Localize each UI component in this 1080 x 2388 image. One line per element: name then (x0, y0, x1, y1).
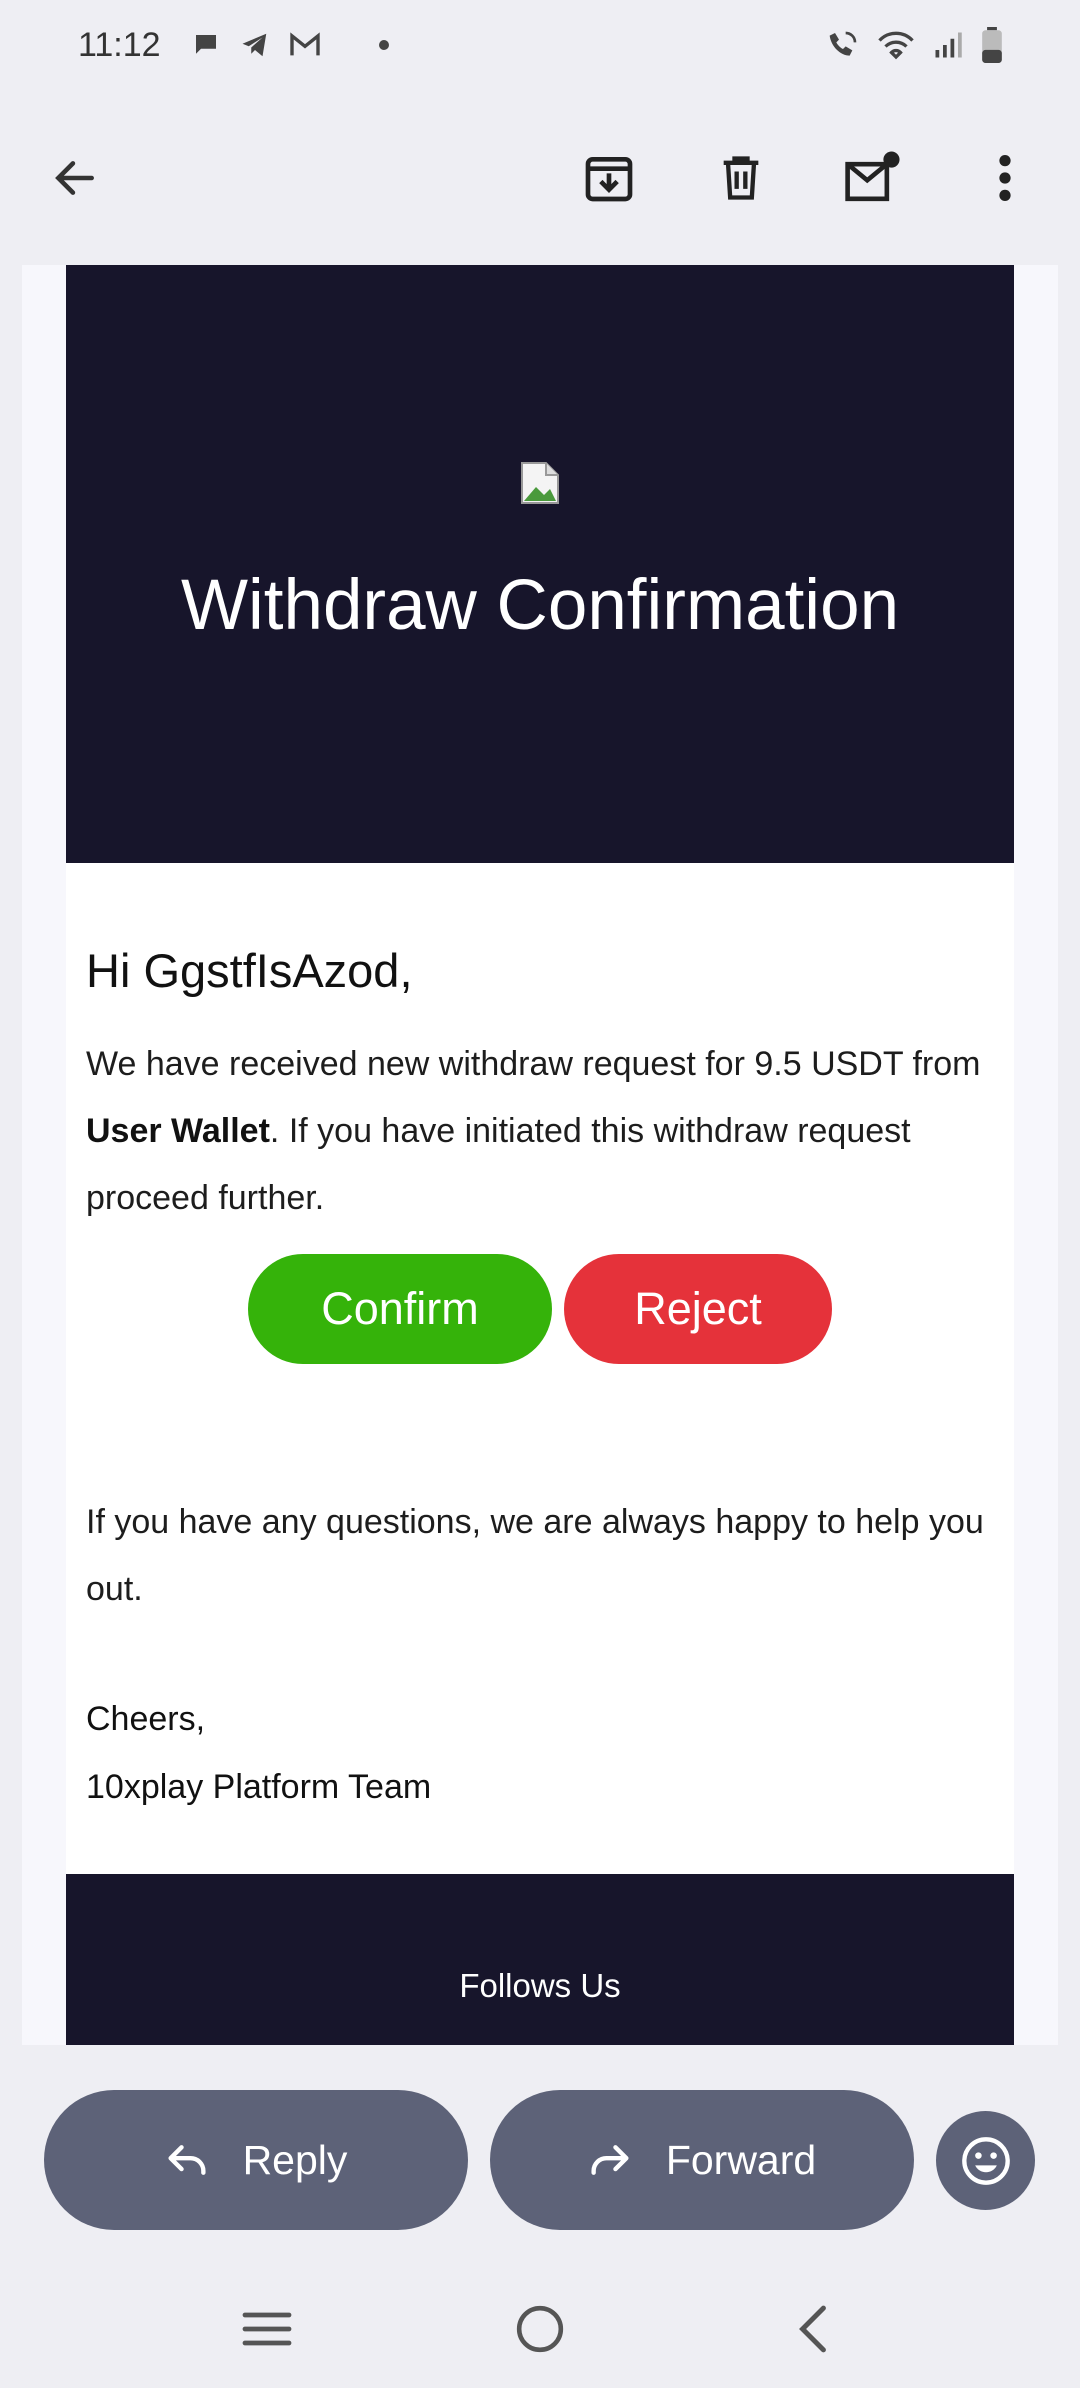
greeting: Hi GgstfIsAzod, (86, 944, 413, 997)
wifi-call-icon (829, 31, 857, 56)
more-notifications-dot (378, 40, 389, 50)
archive-button[interactable] (574, 143, 644, 213)
email-title: Withdraw Confirmation (180, 566, 900, 645)
confirm-button[interactable]: Confirm (248, 1254, 552, 1364)
reply-icon (168, 2145, 206, 2175)
back-button[interactable] (40, 143, 110, 213)
forward-button[interactable]: Forward (490, 2090, 914, 2230)
chat-bubble-icon (195, 35, 216, 54)
follows-us-heading: Follows Us (459, 1967, 621, 2004)
emoji-smile-icon (961, 2136, 1010, 2185)
system-icons (826, 27, 1002, 63)
notification-icons (191, 30, 389, 60)
reply-action-bar: Reply Forward (0, 2045, 1080, 2270)
email-message-card: Hi GgstfIsAzod, We have received new wit… (66, 863, 1014, 1874)
mark-unread-icon (845, 150, 900, 201)
email-footer-band: Follows Us (66, 1874, 1014, 2045)
home-icon (516, 2305, 564, 2353)
signoff: Cheers, 10xplay Platform Team (86, 1685, 431, 1821)
more-vert-icon (999, 154, 1011, 201)
confirm-reject-row: Confirm Reject (66, 1254, 1014, 1364)
more-options-button[interactable] (970, 143, 1040, 213)
signoff-line2: 10xplay Platform Team (86, 1768, 432, 1806)
delete-icon (723, 155, 759, 200)
email-body-frame[interactable]: Withdraw Confirmation Hi GgstfIsAzod, We… (22, 265, 1058, 2045)
message-text-part1: We have received new withdraw request fo… (86, 1045, 981, 1083)
back-icon (799, 2305, 827, 2353)
email-hero-banner: Withdraw Confirmation (66, 265, 1014, 863)
message-bold-wallet: User Wallet (86, 1112, 270, 1150)
archive-icon (585, 156, 633, 201)
signal-icon (935, 32, 962, 58)
forward-label: Forward (665, 2136, 817, 2183)
mark-unread-button[interactable] (838, 143, 908, 213)
home-button[interactable] (500, 2289, 580, 2369)
withdraw-message: We have received new withdraw request fo… (86, 1031, 986, 1232)
emoji-reaction-button[interactable] (936, 2111, 1035, 2210)
help-text: If you have any questions, we are always… (86, 1503, 984, 1608)
forward-icon (591, 2145, 629, 2175)
recents-button[interactable] (227, 2289, 307, 2369)
email-toolbar (0, 90, 1080, 265)
delete-button[interactable] (706, 143, 776, 213)
reply-label: Reply (242, 2136, 348, 2183)
recents-icon (242, 2312, 292, 2346)
broken-image-icon (521, 462, 559, 504)
nav-back-button[interactable] (773, 2289, 853, 2369)
back-arrow-icon (55, 160, 94, 195)
system-nav-bar (0, 2270, 1080, 2388)
gmail-icon (289, 32, 320, 56)
status-time: 11:12 (78, 25, 161, 64)
signoff-line1: Cheers, (86, 1700, 206, 1738)
reject-button[interactable]: Reject (564, 1254, 832, 1364)
email-content: Withdraw Confirmation Hi GgstfIsAzod, We… (66, 265, 1014, 2045)
telegram-icon (242, 33, 266, 57)
battery-icon (982, 27, 1002, 63)
wifi-icon (878, 31, 914, 60)
status-bar: 11:12 (0, 0, 1080, 90)
reply-button[interactable]: Reply (44, 2090, 468, 2230)
